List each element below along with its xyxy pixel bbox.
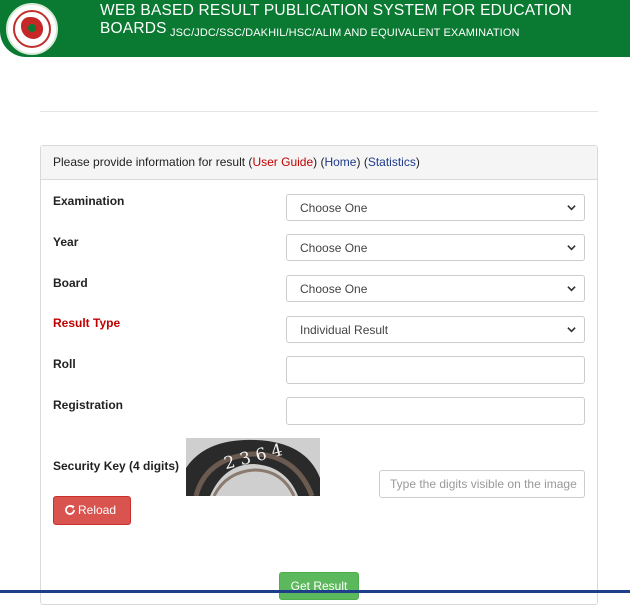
- examination-select-value: Choose One: [300, 201, 368, 215]
- captcha-image: 2 3 6 4: [186, 438, 320, 496]
- site-subtitle: JSC/JDC/SSC/DAKHIL/HSC/ALIM AND EQUIVALE…: [170, 27, 520, 39]
- statistics-link[interactable]: Statistics: [368, 155, 416, 169]
- security-key-label: Security Key (4 digits): [53, 459, 180, 473]
- get-result-button[interactable]: Get Result: [279, 572, 359, 600]
- registration-label: Registration: [53, 398, 124, 412]
- panel-heading-text: Please provide information for result (: [53, 155, 253, 169]
- separator: ): [415, 155, 420, 169]
- board-select-value: Choose One: [300, 282, 368, 296]
- board-label: Board: [53, 276, 88, 290]
- chevron-down-icon: [567, 245, 576, 251]
- result-type-label: Result Type: [53, 316, 121, 330]
- result-type-select[interactable]: Individual Result: [286, 316, 585, 343]
- security-key-input[interactable]: Type the digits visible on the image: [379, 470, 585, 498]
- panel-heading: Please provide information for result (U…: [41, 146, 597, 180]
- registration-input[interactable]: [286, 397, 585, 425]
- chevron-down-icon: [567, 205, 576, 211]
- roll-input[interactable]: [286, 356, 585, 384]
- result-form-panel: Please provide information for result (U…: [40, 145, 598, 605]
- roll-label: Roll: [53, 357, 76, 371]
- chevron-down-icon: [567, 327, 576, 333]
- government-seal-logo: [6, 3, 58, 55]
- chevron-down-icon: [567, 286, 576, 292]
- result-type-select-value: Individual Result: [300, 323, 389, 337]
- home-link[interactable]: Home: [324, 155, 356, 169]
- reload-button[interactable]: Reload: [53, 496, 131, 525]
- separator: ) (: [356, 155, 368, 169]
- board-select[interactable]: Choose One: [286, 275, 585, 302]
- year-select-value: Choose One: [300, 241, 368, 255]
- divider: [40, 111, 598, 112]
- examination-label: Examination: [53, 194, 125, 208]
- site-header: WEB BASED RESULT PUBLICATION SYSTEM FOR …: [0, 0, 630, 57]
- reload-label: Reload: [78, 503, 117, 517]
- year-select[interactable]: Choose One: [286, 234, 585, 261]
- user-guide-link[interactable]: User Guide: [252, 155, 313, 169]
- examination-select[interactable]: Choose One: [286, 194, 585, 221]
- refresh-icon: [65, 505, 75, 515]
- year-label: Year: [53, 235, 79, 249]
- separator: ) (: [313, 155, 325, 169]
